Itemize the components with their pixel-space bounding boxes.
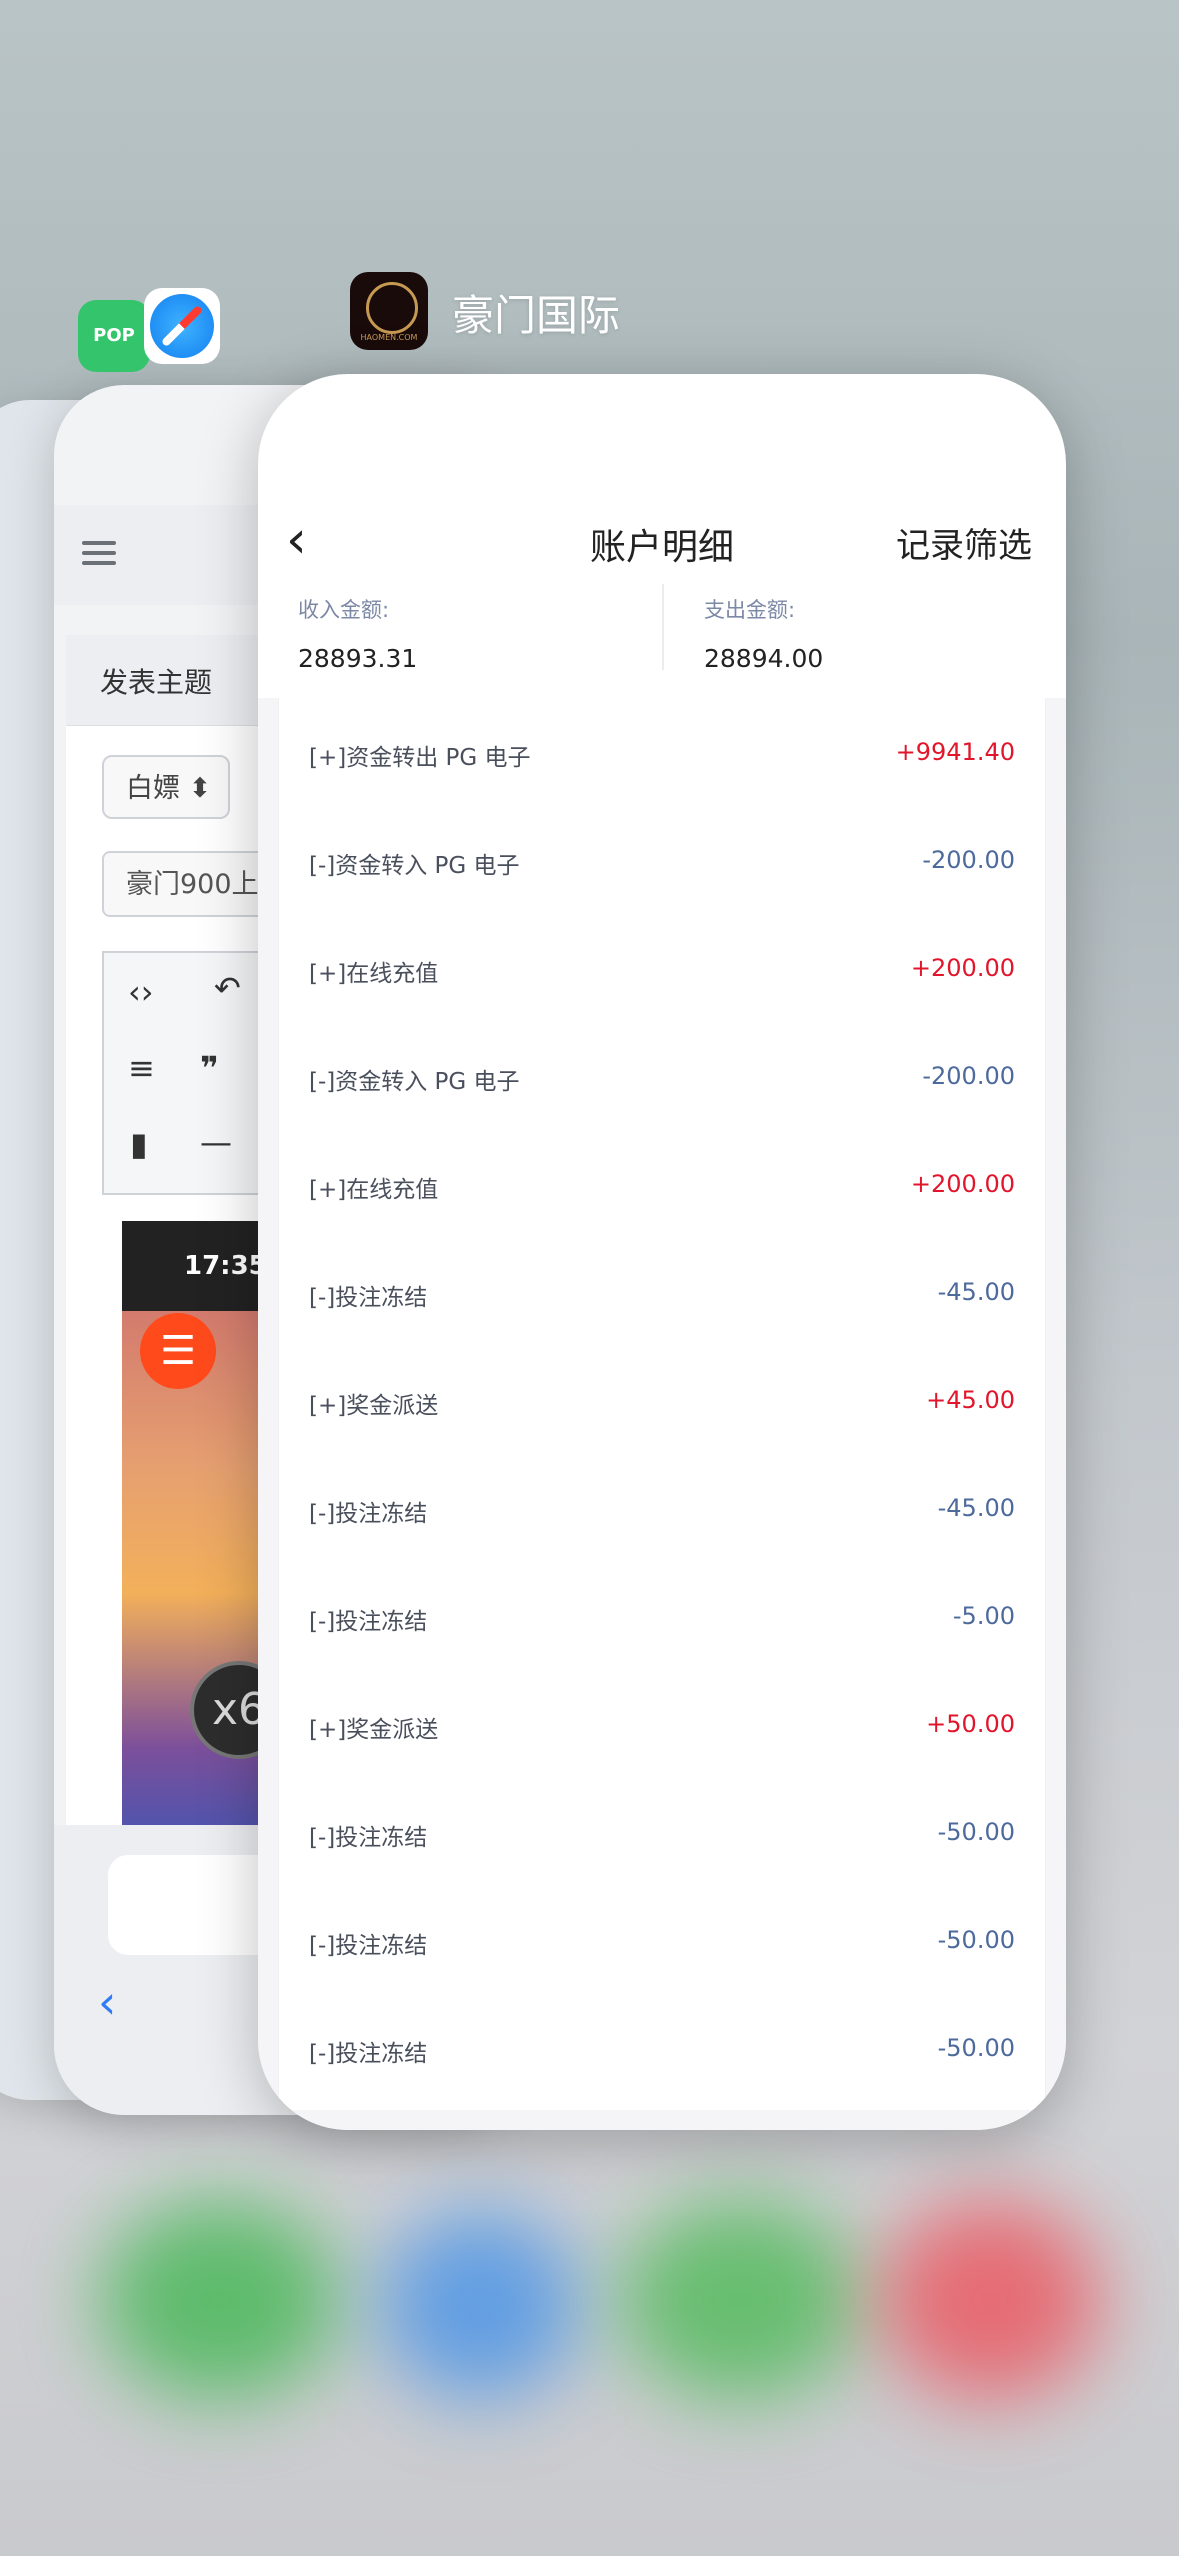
- lion-emblem-icon: [366, 282, 418, 334]
- bg-blob: [880, 2200, 1100, 2400]
- transaction-label: [-]投注冻结: [309, 1933, 428, 1959]
- menu-icon[interactable]: [82, 535, 116, 571]
- transaction-amount: +200.00: [910, 1170, 1015, 1198]
- app-name-label: 豪门国际: [452, 291, 621, 340]
- expense-summary: 支出金额: 28894.00: [704, 594, 823, 673]
- undo-icon[interactable]: ↶: [214, 969, 241, 1007]
- post-title: 发表主题: [100, 666, 213, 699]
- transaction-row[interactable]: [+]奖金派送 +45.00: [279, 1346, 1045, 1454]
- game-time: 17:35: [184, 1251, 267, 1281]
- transaction-row[interactable]: [-]投注冻结 -50.00: [279, 1778, 1045, 1886]
- transaction-label: [-]资金转入 PG 电子: [309, 1069, 520, 1095]
- bg-blob: [620, 2200, 860, 2400]
- transaction-row[interactable]: [-]投注冻结 -50.00: [279, 1886, 1045, 1994]
- transaction-amount: -5.00: [952, 1602, 1015, 1630]
- transaction-list: [+]资金转出 PG 电子 +9941.40 [-]资金转入 PG 电子 -200.0…: [278, 698, 1046, 2110]
- transaction-row[interactable]: [-]投注冻结 -5.00: [279, 1562, 1045, 1670]
- transaction-row[interactable]: [-]资金转入 PG 电子 -200.00: [279, 1022, 1045, 1130]
- transaction-amount: -45.00: [937, 1494, 1015, 1522]
- summary-divider: [662, 584, 664, 670]
- transaction-row[interactable]: [-]资金转入 PG 电子 -200.00: [279, 806, 1045, 914]
- bookmark-icon[interactable]: ▮: [130, 1125, 148, 1163]
- quote-icon[interactable]: ❞: [200, 1049, 219, 1087]
- code-icon[interactable]: ‹›: [128, 973, 154, 1011]
- transaction-row[interactable]: [+]奖金派送 +50.00: [279, 1670, 1045, 1778]
- summary-bar: 收入金额: 28893.31 支出金额: 28894.00: [258, 584, 1066, 704]
- bg-blob: [100, 2200, 340, 2400]
- transaction-label: [+]奖金派送: [309, 1393, 439, 1419]
- safari-app-icon[interactable]: [144, 288, 220, 364]
- transaction-amount: +200.00: [910, 954, 1015, 982]
- haomen-app-icon[interactable]: HAOMEN.COM: [350, 272, 428, 350]
- transaction-amount: -50.00: [937, 1926, 1015, 1954]
- pop-app-icon[interactable]: POP: [78, 300, 150, 372]
- income-summary: 收入金额: 28893.31: [298, 594, 417, 673]
- haomen-icon-text: HAOMEN.COM: [360, 333, 418, 342]
- transaction-amount: +50.00: [926, 1710, 1015, 1738]
- game-menu-icon: ☰: [140, 1313, 216, 1389]
- transaction-row[interactable]: [+]在线充值 +200.00: [279, 914, 1045, 1022]
- transaction-amount: -200.00: [922, 1062, 1015, 1090]
- transaction-amount: -50.00: [937, 1818, 1015, 1846]
- transaction-label: [-]投注冻结: [309, 1285, 428, 1311]
- align-left-icon[interactable]: ≡: [128, 1049, 155, 1087]
- income-label: 收入金额:: [298, 598, 390, 622]
- transaction-label: [+]奖金派送: [309, 1717, 439, 1743]
- transaction-label: [+]资金转出 PG 电子: [309, 745, 531, 771]
- transaction-amount: -200.00: [922, 846, 1015, 874]
- horizontal-rule-icon[interactable]: —: [200, 1123, 232, 1161]
- transaction-label: [-]投注冻结: [309, 1609, 428, 1635]
- app-card-account-details[interactable]: ‹ 账户明细 记录筛选 收入金额: 28893.31 支出金额: 28894.0…: [258, 374, 1066, 2130]
- bg-blob: [380, 2210, 580, 2400]
- expense-value: 28894.00: [704, 644, 824, 673]
- category-select[interactable]: 白嫖 ⬍: [102, 755, 230, 819]
- transaction-amount: -50.00: [937, 2034, 1015, 2062]
- transaction-label: [+]在线充值: [309, 961, 439, 987]
- transaction-label: [+]在线充值: [309, 1177, 439, 1203]
- back-chevron-icon[interactable]: ‹: [98, 1975, 116, 2029]
- transaction-label: [-]投注冻结: [309, 1825, 428, 1851]
- expense-label: 支出金额:: [704, 598, 796, 622]
- transaction-amount: -45.00: [937, 1278, 1015, 1306]
- transaction-row[interactable]: [-]投注冻结 -45.00: [279, 1238, 1045, 1346]
- transaction-row[interactable]: [+]资金转出 PG 电子 +9941.40: [279, 698, 1045, 806]
- transaction-amount: +9941.40: [895, 738, 1015, 766]
- record-filter-button[interactable]: 记录筛选: [896, 518, 1032, 567]
- transaction-row[interactable]: [-]投注冻结 -50.00: [279, 1994, 1045, 2102]
- income-value: 28893.31: [298, 644, 418, 673]
- transaction-label: [-]资金转入 PG 电子: [309, 853, 520, 879]
- transaction-amount: +45.00: [926, 1386, 1015, 1414]
- transaction-label: [-]投注冻结: [309, 2041, 428, 2067]
- transaction-label: [-]投注冻结: [309, 1501, 428, 1527]
- transaction-row[interactable]: [-]投注冻结 -45.00: [279, 1454, 1045, 1562]
- transaction-row[interactable]: [+]在线充值 +200.00: [279, 1130, 1045, 1238]
